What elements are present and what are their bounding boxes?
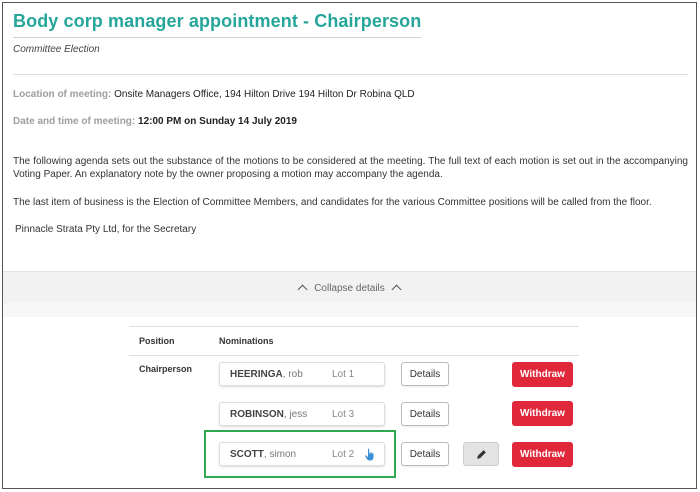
page-title: Body corp manager appointment - Chairper… [13, 11, 422, 38]
meeting-datetime: Date and time of meeting: 12:00 PM on Su… [13, 116, 297, 127]
withdraw-button[interactable]: Withdraw [512, 362, 573, 387]
collapse-details-label: Collapse details [314, 282, 385, 294]
chevron-up-icon [297, 284, 308, 295]
nominee-surname: HEERINGA [230, 368, 283, 380]
section-spacer [3, 303, 696, 317]
datetime-value: 12:00 PM on Sunday 14 July 2019 [138, 116, 297, 127]
details-button[interactable]: Details [401, 442, 449, 466]
header: Body corp manager appointment - Chairper… [13, 11, 688, 55]
nominee-given-name: , rob [282, 368, 303, 380]
agenda-paragraph-1: The following agenda sets out the substa… [13, 156, 688, 180]
column-nominations: Nominations [219, 336, 274, 346]
details-button[interactable]: Details [401, 362, 449, 386]
nominee-lot: Lot 1 [332, 368, 355, 380]
chevron-up-icon [391, 284, 402, 295]
edit-button[interactable] [463, 442, 499, 466]
details-button[interactable]: Details [401, 402, 449, 426]
nomination-card[interactable]: ROBINSON, jess Lot 3 [219, 402, 385, 426]
position-chairperson: Chairperson [139, 364, 193, 374]
location-value: Onsite Managers Office, 194 Hilton Drive… [114, 89, 415, 100]
withdraw-button[interactable]: Withdraw [512, 401, 573, 426]
agenda-panel: Body corp manager appointment - Chairper… [2, 2, 697, 489]
agenda-paragraph-2: The last item of business is the Electio… [13, 197, 652, 208]
page-subtitle: Committee Election [13, 44, 100, 55]
meeting-location: Location of meeting: Onsite Managers Off… [13, 89, 415, 100]
location-label: Location of meeting: [13, 89, 112, 100]
collapse-details-toggle[interactable]: Collapse details [3, 271, 696, 305]
nominee-surname: ROBINSON [230, 408, 284, 420]
pencil-icon [476, 449, 486, 459]
header-divider [13, 74, 688, 75]
nominee-lot: Lot 3 [332, 408, 355, 420]
nominee-given-name: , jess [283, 408, 308, 420]
nomination-card[interactable]: HEERINGA, rob Lot 1 [219, 362, 385, 386]
datetime-label: Date and time of meeting: [13, 116, 136, 127]
selection-highlight [204, 430, 396, 478]
withdraw-button[interactable]: Withdraw [512, 442, 573, 467]
nominations-table-header: Position Nominations [129, 326, 579, 356]
column-position: Position [139, 336, 175, 346]
agenda-signature: Pinnacle Strata Pty Ltd, for the Secreta… [15, 224, 197, 235]
